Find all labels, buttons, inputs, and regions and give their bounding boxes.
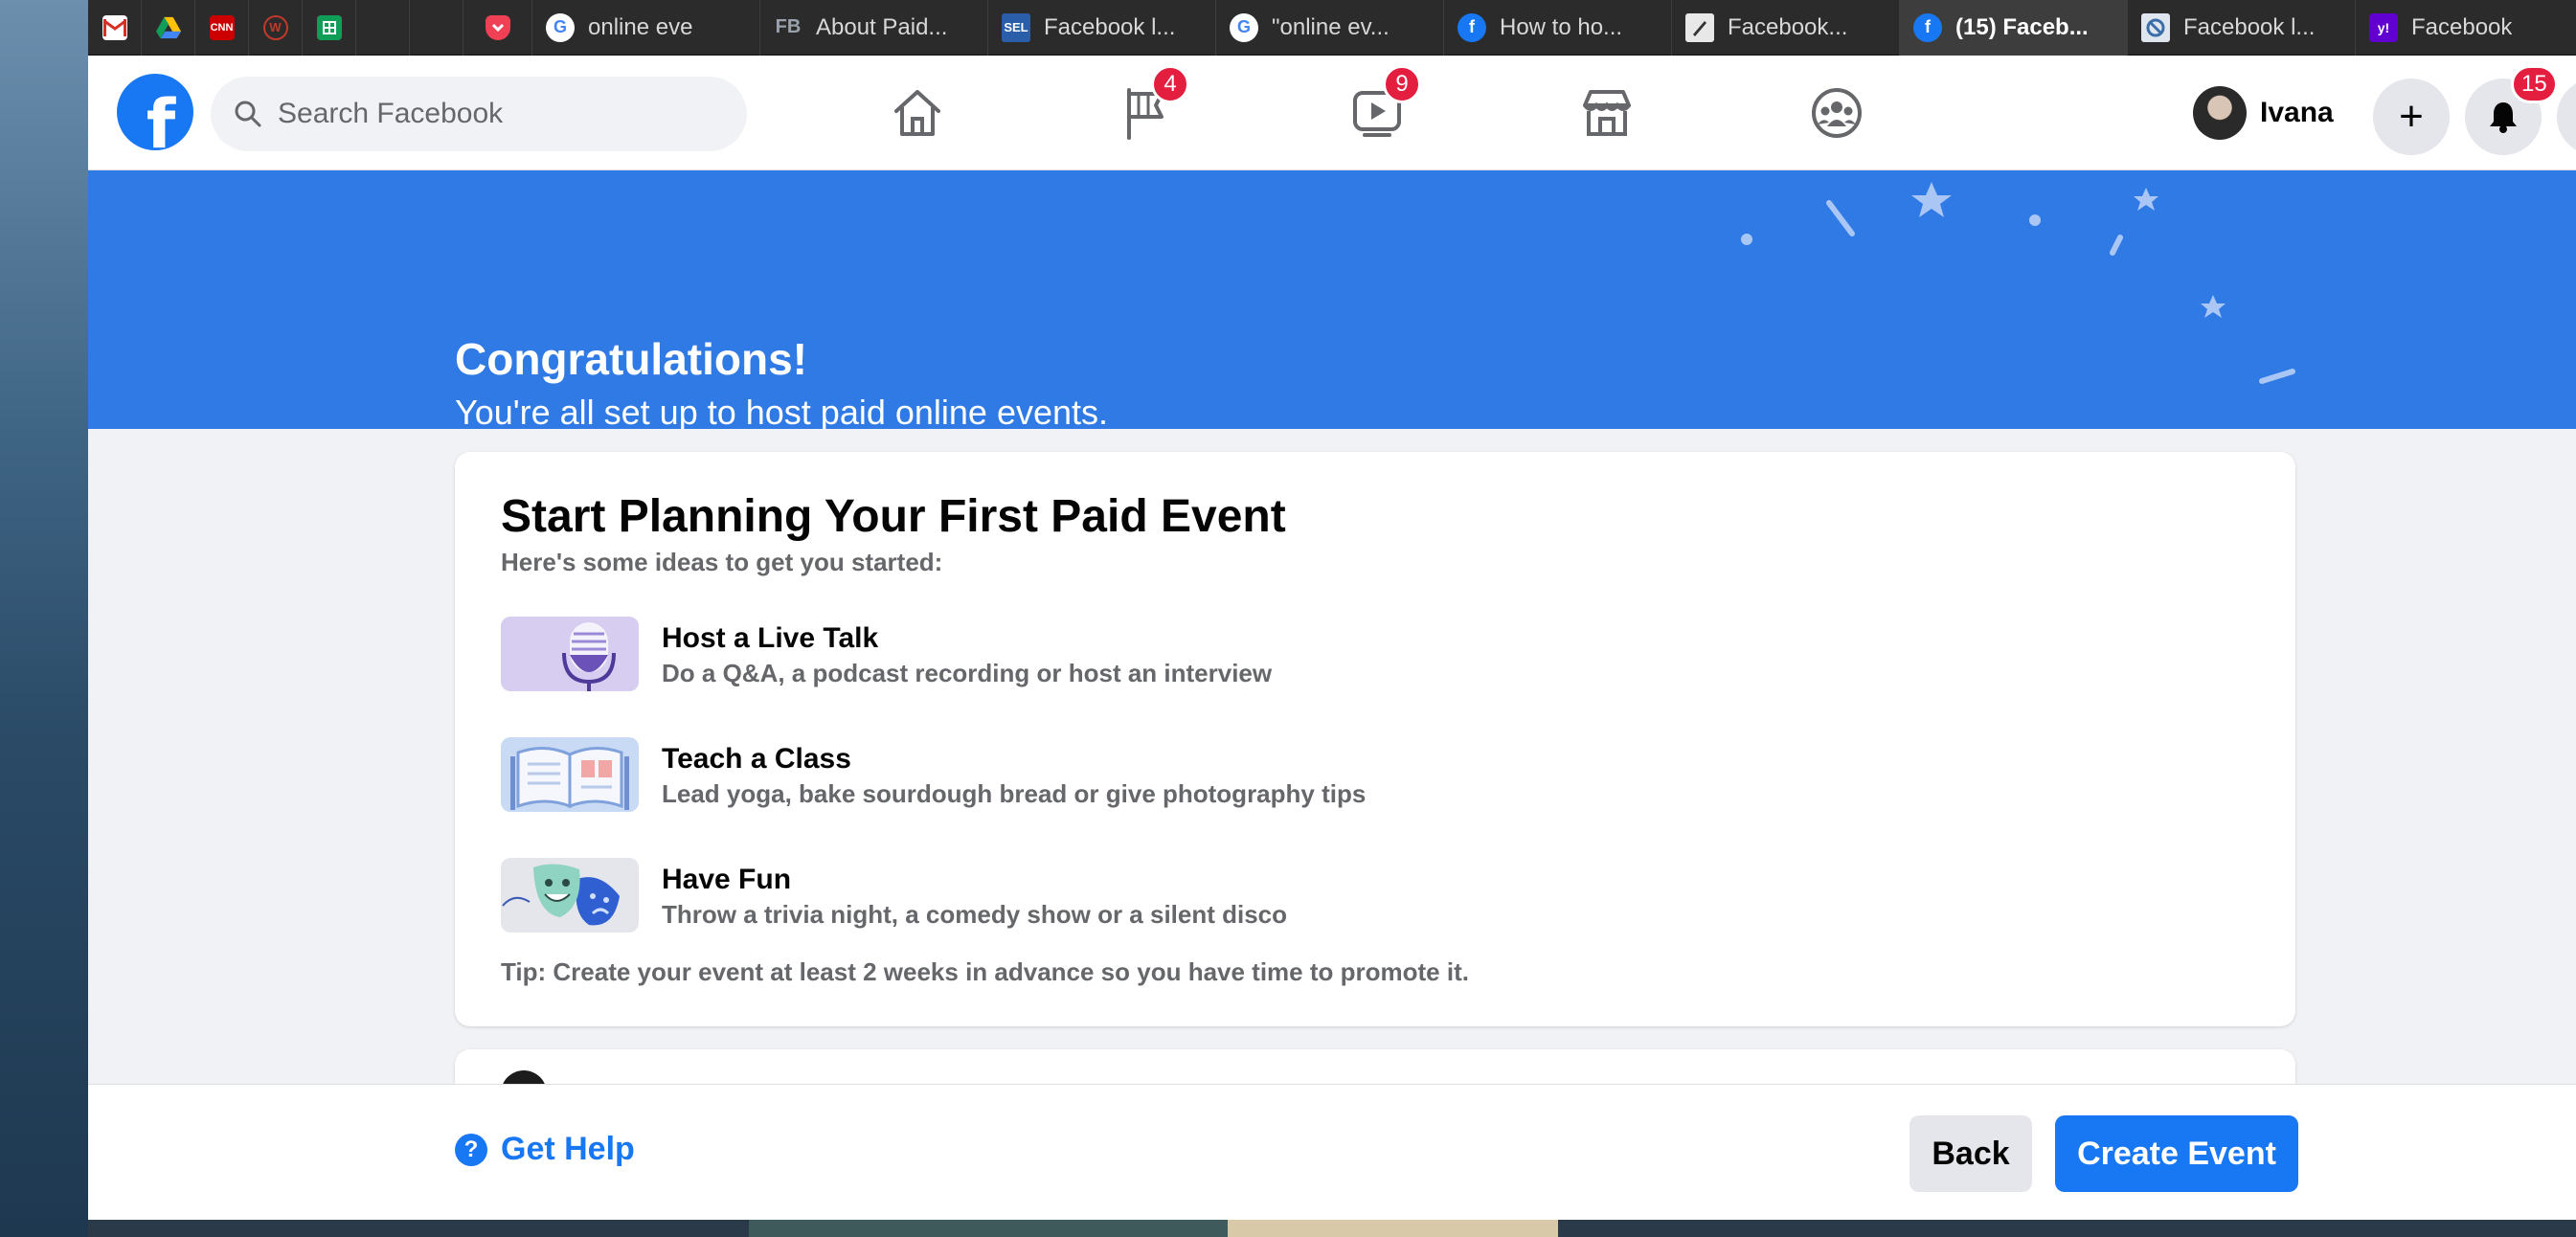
idea-description: Lead yoga, bake sourdough bread or give …	[662, 779, 1367, 808]
tab-title: Facebook...	[1728, 13, 1848, 40]
tab-title: Facebook l...	[2183, 13, 2316, 40]
banner-subtitle: You're all set up to host paid online ev…	[455, 393, 1109, 429]
home-icon	[894, 90, 940, 136]
gmail-icon	[102, 14, 127, 40]
browser-tab-strip: CNN W G online eve FB About Paid... SEL …	[88, 0, 2576, 56]
notification-badge: 9	[1383, 65, 1421, 103]
search-bar[interactable]	[211, 77, 747, 151]
desktop-background-bottom	[88, 1220, 2576, 1237]
banner-title: Congratulations!	[455, 334, 807, 384]
browser-window: CNN W G online eve FB About Paid... SEL …	[88, 0, 2576, 1220]
sel-icon: SEL	[1002, 12, 1030, 42]
profile-name: Ivana	[2260, 97, 2334, 128]
get-help-link[interactable]: ? Get Help	[455, 1131, 635, 1168]
tab-title: (15) Faceb...	[1955, 13, 2089, 40]
desktop-window-thumbnail	[1228, 1220, 1558, 1237]
pinned-tab-pocket[interactable]	[463, 0, 532, 56]
dialog-footer: ? Get Help Back Create Event	[88, 1084, 2576, 1220]
facebook-icon: f	[1913, 12, 1942, 42]
idea-title: Have Fun	[662, 864, 792, 895]
create-button[interactable]: +	[2373, 79, 2450, 155]
theater-masks-icon	[501, 858, 639, 933]
browser-tab[interactable]: Facebook l...	[2128, 0, 2356, 56]
google-icon: G	[1230, 12, 1258, 42]
facebook-header: f 4	[88, 56, 2576, 170]
nav-home[interactable]	[887, 84, 948, 142]
tab-title: online eve	[588, 13, 693, 40]
browser-tab[interactable]: f How to ho...	[1444, 0, 1672, 56]
wordpress-icon: W	[262, 14, 288, 40]
pinned-tab-blank[interactable]	[356, 0, 410, 56]
yahoo-icon: y!	[2369, 12, 2398, 42]
card-title: Start Planning Your First Paid Event	[501, 491, 1286, 542]
get-help-label: Get Help	[501, 1131, 635, 1167]
pinned-tab-sheets[interactable]	[303, 0, 356, 56]
microphone-icon	[501, 617, 639, 691]
browser-tab[interactable]: G "online ev...	[1216, 0, 1444, 56]
browser-tab[interactable]: G online eve	[532, 0, 760, 56]
search-icon	[235, 101, 261, 127]
create-event-button[interactable]: Create Event	[2055, 1115, 2298, 1192]
back-button[interactable]: Back	[1909, 1115, 2032, 1192]
notifications-button[interactable]: 15	[2465, 65, 2558, 155]
sheets-icon	[316, 14, 342, 40]
profile-link[interactable]: Ivana	[2193, 82, 2345, 144]
pinned-tab-gmail[interactable]	[88, 0, 142, 56]
planning-tip: Tip: Create your event at least 2 weeks …	[501, 957, 1469, 986]
desktop-window-thumbnail	[749, 1220, 1271, 1237]
groups-icon	[1812, 88, 1862, 138]
idea-description: Throw a trivia night, a comedy show or a…	[662, 900, 1288, 929]
site-logo-icon	[1685, 12, 1714, 42]
idea-item-teach-class: Teach a Class Lead yoga, bake sourdough …	[501, 737, 2033, 814]
browser-tab[interactable]: SEL Facebook l...	[988, 0, 1216, 56]
pinned-tab-wordpress[interactable]: W	[249, 0, 303, 56]
tab-title: Facebook l...	[1044, 13, 1176, 40]
browser-tab[interactable]: FB About Paid...	[760, 0, 988, 56]
facebook-icon: f	[1457, 12, 1486, 42]
pinned-tab-blank[interactable]	[410, 0, 463, 56]
pinned-tab-cnn[interactable]: CNN	[195, 0, 249, 56]
plus-icon: +	[2399, 93, 2424, 140]
cnn-icon: CNN	[209, 14, 235, 40]
nav-groups[interactable]	[1806, 84, 1867, 142]
nav-pages[interactable]: 4	[1117, 65, 1189, 142]
site-logo-icon	[2141, 12, 2170, 42]
question-circle-icon: ?	[455, 1133, 487, 1166]
google-icon: G	[546, 12, 575, 42]
search-input[interactable]	[278, 98, 718, 130]
nav-marketplace[interactable]	[1576, 84, 1638, 142]
account-menu-button[interactable]	[2557, 79, 2576, 155]
planning-card: Start Planning Your First Paid Event Her…	[455, 452, 2295, 1026]
open-book-icon	[501, 737, 639, 812]
congratulations-banner: Congratulations! You're all set up to ho…	[88, 170, 2576, 429]
tab-title: About Paid...	[816, 13, 948, 40]
pocket-icon	[485, 14, 510, 40]
tab-title: Facebook	[2411, 13, 2513, 40]
fb-text-icon: FB	[775, 16, 802, 37]
marketplace-icon	[1583, 90, 1631, 136]
browser-tab-active[interactable]: f (15) Faceb...	[1900, 0, 2128, 56]
desktop-background	[0, 0, 88, 1237]
idea-title: Host a Live Talk	[662, 622, 879, 654]
avatar	[2193, 86, 2247, 140]
facebook-logo[interactable]: f	[117, 74, 193, 150]
card-subtitle: Here's some ideas to get you started:	[501, 548, 943, 576]
bell-icon	[2490, 102, 2517, 133]
browser-tab[interactable]: y! Facebook	[2356, 0, 2547, 56]
drive-icon	[155, 15, 181, 40]
confetti-decoration	[1741, 182, 2295, 384]
idea-item-have-fun: Have Fun Throw a trivia night, a comedy …	[501, 858, 2033, 934]
logo-letter: f	[146, 85, 176, 150]
tab-title: "online ev...	[1272, 13, 1390, 40]
pinned-tab-drive[interactable]	[142, 0, 195, 56]
idea-description: Do a Q&A, a podcast recording or host an…	[662, 659, 1273, 687]
tab-title: How to ho...	[1500, 13, 1623, 40]
notification-badge: 4	[1151, 65, 1189, 103]
browser-tab[interactable]: Facebook...	[1672, 0, 1900, 56]
notification-badge: 15	[2511, 65, 2558, 103]
idea-title: Teach a Class	[662, 743, 851, 775]
nav-watch[interactable]: 9	[1346, 65, 1421, 142]
idea-item-live-talk: Host a Live Talk Do a Q&A, a podcast rec…	[501, 617, 2033, 693]
